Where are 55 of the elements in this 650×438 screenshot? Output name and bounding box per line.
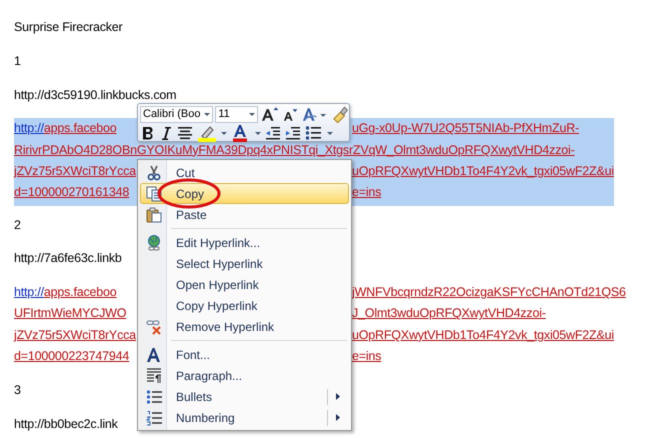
hyperlink[interactable]: J_Olmt3wduOpRFQXwytVHD4zzoi- xyxy=(352,303,546,325)
menu-item[interactable]: Copy xyxy=(140,183,349,204)
menu-item[interactable]: Cut xyxy=(140,162,349,183)
text-effects-button[interactable] xyxy=(300,105,328,123)
dropdown-arrow-icon xyxy=(248,112,255,116)
menu-item[interactable]: Paragraph... xyxy=(140,365,349,386)
hyperlink[interactable]: uGg-x0Up-W7U2Q55T5NIAb-PfXHmZuR- xyxy=(352,118,579,140)
hyperlink[interactable]: http://apps.faceboo xyxy=(14,118,137,140)
document-text: http://bb0bec2c.link xyxy=(14,416,118,433)
hyperlink[interactable]: d=100000270161348 xyxy=(14,182,137,204)
hyperlink[interactable]: e=ins xyxy=(352,182,382,204)
document-text: http://d3c59190.linkbucks.com xyxy=(14,86,176,104)
menu-item[interactable]: Copy Hyperlink xyxy=(140,295,349,316)
hyperlink[interactable]: UFIrtmWieMYCJWO xyxy=(14,303,137,325)
hyperlink[interactable]: http://apps.faceboo xyxy=(14,282,137,304)
hyperlink[interactable]: jZVz75r5XWciT8rYcca xyxy=(14,160,137,182)
document-text: Surprise Firecracker xyxy=(14,19,123,36)
document-text: 1 xyxy=(14,52,21,70)
document-text: 2 xyxy=(14,216,21,234)
dropdown-arrow-icon xyxy=(204,112,210,116)
numbering-icon xyxy=(146,410,162,426)
menu-item[interactable]: Paste xyxy=(140,204,349,225)
font-color-button[interactable] xyxy=(230,124,262,142)
hyperlink[interactable]: jZVz75r5XWciT8rYcca xyxy=(14,324,137,346)
clipboard-icon xyxy=(146,206,162,222)
center-align-button[interactable] xyxy=(176,124,194,142)
menu-item[interactable]: Select Hyperlink xyxy=(140,253,349,274)
menu-item[interactable]: Font... xyxy=(140,344,349,365)
menu-item[interactable]: Bullets xyxy=(140,386,349,407)
menu-item[interactable]: Numbering xyxy=(140,407,349,428)
hyperlink[interactable]: jWNFVbcqrndzR22OcizgaKSFYcCHAnOTd21QS6 xyxy=(352,282,626,304)
grow-font-button[interactable] xyxy=(260,105,280,123)
menu-item[interactable]: Open Hyperlink xyxy=(140,274,349,295)
font-letter-icon xyxy=(146,346,162,362)
globe-link-icon xyxy=(146,234,162,250)
decrease-indent-button[interactable] xyxy=(264,124,282,142)
hyperlink[interactable]: RirivrPDAbO4D28OBnGYOIKuMyFMA39Dpq4xPNISTqi_XtgsrZVqW_Olmt3wduOpRFQXwytVHD4zzoi- xyxy=(14,140,575,161)
document-text: 3 xyxy=(14,382,21,399)
bullets-icon xyxy=(146,388,162,404)
paragraph-icon xyxy=(146,368,162,384)
hyperlink[interactable]: uOpRFQXwytVHDb1To4F4Y2vk_tgxi05wF2Z&ui xyxy=(352,160,614,182)
hyperlink[interactable]: d=100000223747944 xyxy=(14,346,137,368)
document-text: http://7a6fe63c.linkb xyxy=(14,250,122,268)
broken-link-icon xyxy=(146,318,162,334)
menu-item[interactable]: Remove Hyperlink xyxy=(140,316,349,337)
menu-item[interactable]: Edit Hyperlink... xyxy=(140,232,349,253)
hyperlink[interactable]: uOpRFQXwytVHDb1To4F4Y2vk_tgxi05wF2Z&ui xyxy=(352,324,614,346)
increase-indent-button[interactable] xyxy=(284,124,302,142)
font-size-field[interactable]: 11 xyxy=(215,106,258,122)
hyperlink[interactable]: e=ins xyxy=(352,346,382,368)
font-name-field[interactable]: Calibri (Boo xyxy=(140,106,214,122)
copy-icon xyxy=(146,186,162,202)
bullets-button[interactable] xyxy=(304,124,334,142)
scissors-icon xyxy=(146,164,162,180)
highlight-button[interactable] xyxy=(196,124,228,142)
